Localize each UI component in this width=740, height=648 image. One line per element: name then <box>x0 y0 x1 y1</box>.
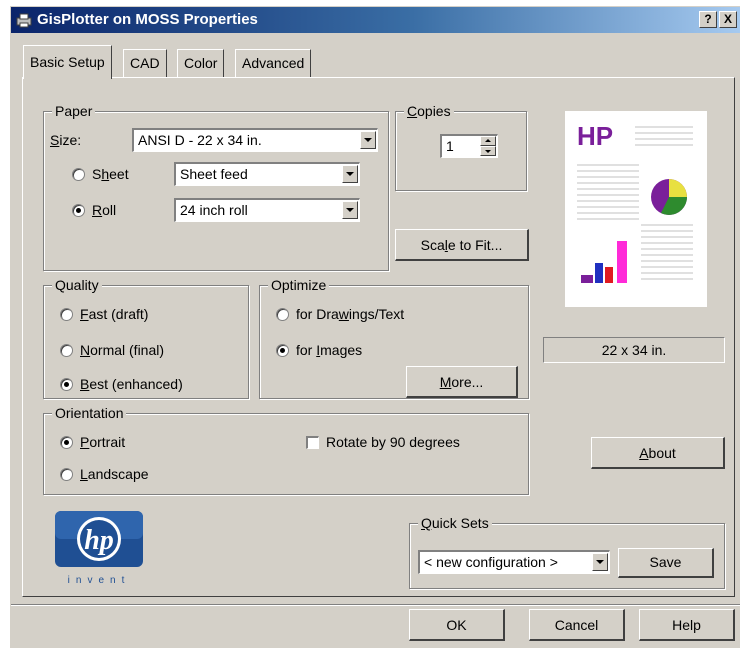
chevron-down-icon[interactable] <box>342 201 358 219</box>
quality-group: Quality Fast (draft) Normal (final) Best… <box>43 276 249 399</box>
orientation-group-label: Orientation <box>52 404 127 422</box>
sheet-radio-label: Sheet <box>92 166 129 182</box>
optimize-drawings-label: for Drawings/Text <box>296 306 405 322</box>
optimize-drawings-radio[interactable]: for Drawings/Text <box>276 304 476 324</box>
chevron-down-icon[interactable] <box>342 165 358 183</box>
rotate-label: Rotate by 90 degrees <box>326 434 460 450</box>
quick-sets-label: Quick Sets <box>418 514 492 532</box>
quick-sets-group: Quick Sets < new configuration > Save <box>409 514 725 589</box>
tab-basic-setup[interactable]: Basic Setup <box>23 45 112 79</box>
copies-stepper[interactable]: 1 <box>440 134 498 158</box>
sheet-radio[interactable]: Sheet <box>72 164 152 184</box>
title-bar[interactable]: GisPlotter on MOSS Properties ? X <box>11 7 740 33</box>
radio-indicator <box>276 308 289 321</box>
radio-indicator <box>60 308 73 321</box>
quality-normal-radio[interactable]: Normal (final) <box>60 340 220 360</box>
landscape-radio[interactable]: Landscape <box>60 464 180 484</box>
radio-indicator <box>60 468 73 481</box>
paper-size-select[interactable]: ANSI D - 22 x 34 in. <box>132 128 378 152</box>
tab-advanced[interactable]: Advanced <box>235 49 312 77</box>
tab-label: Color <box>184 55 218 71</box>
radio-indicator <box>60 344 73 357</box>
paper-group: Paper Size: ANSI D - 22 x 34 in. Sheet S… <box>43 102 389 271</box>
radio-indicator <box>72 204 85 217</box>
copies-value: 1 <box>446 138 454 154</box>
optimize-images-radio[interactable]: for Images <box>276 340 436 360</box>
tab-label: Basic Setup <box>30 54 105 70</box>
roll-radio[interactable]: Roll <box>72 200 152 220</box>
printer-icon <box>16 13 32 28</box>
quality-fast-radio[interactable]: Fast (draft) <box>60 304 220 324</box>
properties-dialog: GisPlotter on MOSS Properties ? X Basic … <box>10 6 740 648</box>
save-button[interactable]: Save <box>618 548 714 578</box>
size-label: Size: <box>50 132 82 148</box>
quality-best-label: Best (enhanced) <box>80 376 183 392</box>
ok-button[interactable]: OK <box>409 609 505 641</box>
hp-invent-logo: hp invent <box>55 511 143 586</box>
help-caption-button[interactable]: ? <box>699 11 717 28</box>
tab-label: CAD <box>130 55 160 71</box>
paper-group-label: Paper <box>52 102 96 120</box>
checkbox-indicator <box>306 436 319 449</box>
footer-separator <box>11 604 740 606</box>
radio-indicator <box>60 436 73 449</box>
orientation-group: Orientation Portrait Landscape Rotate by… <box>43 404 529 495</box>
tab-cad[interactable]: CAD <box>123 49 167 77</box>
logo-mark: hp <box>84 525 114 556</box>
paper-size-value: ANSI D - 22 x 34 in. <box>138 132 262 148</box>
portrait-label: Portrait <box>80 434 126 450</box>
about-button[interactable]: About <box>591 437 725 469</box>
sheet-feed-value: Sheet feed <box>180 166 248 182</box>
optimize-group: Optimize for Drawings/Text for Images Mo… <box>259 276 529 399</box>
scale-to-fit-button[interactable]: Scale to Fit... <box>395 229 529 261</box>
chevron-down-icon[interactable] <box>592 553 608 571</box>
sheet-feed-select[interactable]: Sheet feed <box>174 162 360 186</box>
copies-group-label: Copies <box>404 102 454 120</box>
increment-arrow-icon[interactable] <box>480 136 496 146</box>
quality-best-radio[interactable]: Best (enhanced) <box>60 374 230 394</box>
portrait-radio[interactable]: Portrait <box>60 432 180 452</box>
rotate-checkbox[interactable]: Rotate by 90 degrees <box>306 432 506 452</box>
radio-indicator <box>60 378 73 391</box>
optimize-group-label: Optimize <box>268 276 330 294</box>
optimize-images-label: for Images <box>296 342 363 358</box>
quality-fast-label: Fast (draft) <box>80 306 149 322</box>
tab-color[interactable]: Color <box>177 49 225 77</box>
quick-sets-value: < new configuration > <box>424 554 558 570</box>
tab-label: Advanced <box>242 55 305 71</box>
chevron-down-icon[interactable] <box>360 131 376 149</box>
roll-size-select[interactable]: 24 inch roll <box>174 198 360 222</box>
decrement-arrow-icon[interactable] <box>480 146 496 156</box>
window-title: GisPlotter on MOSS Properties <box>37 11 258 28</box>
radio-indicator <box>276 344 289 357</box>
radio-indicator <box>72 168 85 181</box>
landscape-label: Landscape <box>80 466 149 482</box>
close-button[interactable]: X <box>719 11 737 28</box>
roll-size-value: 24 inch roll <box>180 202 248 218</box>
quick-sets-select[interactable]: < new configuration > <box>418 550 610 574</box>
quality-group-label: Quality <box>52 276 102 294</box>
help-button[interactable]: Help <box>639 609 735 641</box>
cancel-button[interactable]: Cancel <box>529 609 625 641</box>
logo-tagline: invent <box>68 575 131 586</box>
more-button[interactable]: More... <box>406 366 518 398</box>
quality-normal-label: Normal (final) <box>80 342 165 358</box>
roll-radio-label: Roll <box>92 202 117 218</box>
copies-group: Copies 1 <box>395 102 527 191</box>
